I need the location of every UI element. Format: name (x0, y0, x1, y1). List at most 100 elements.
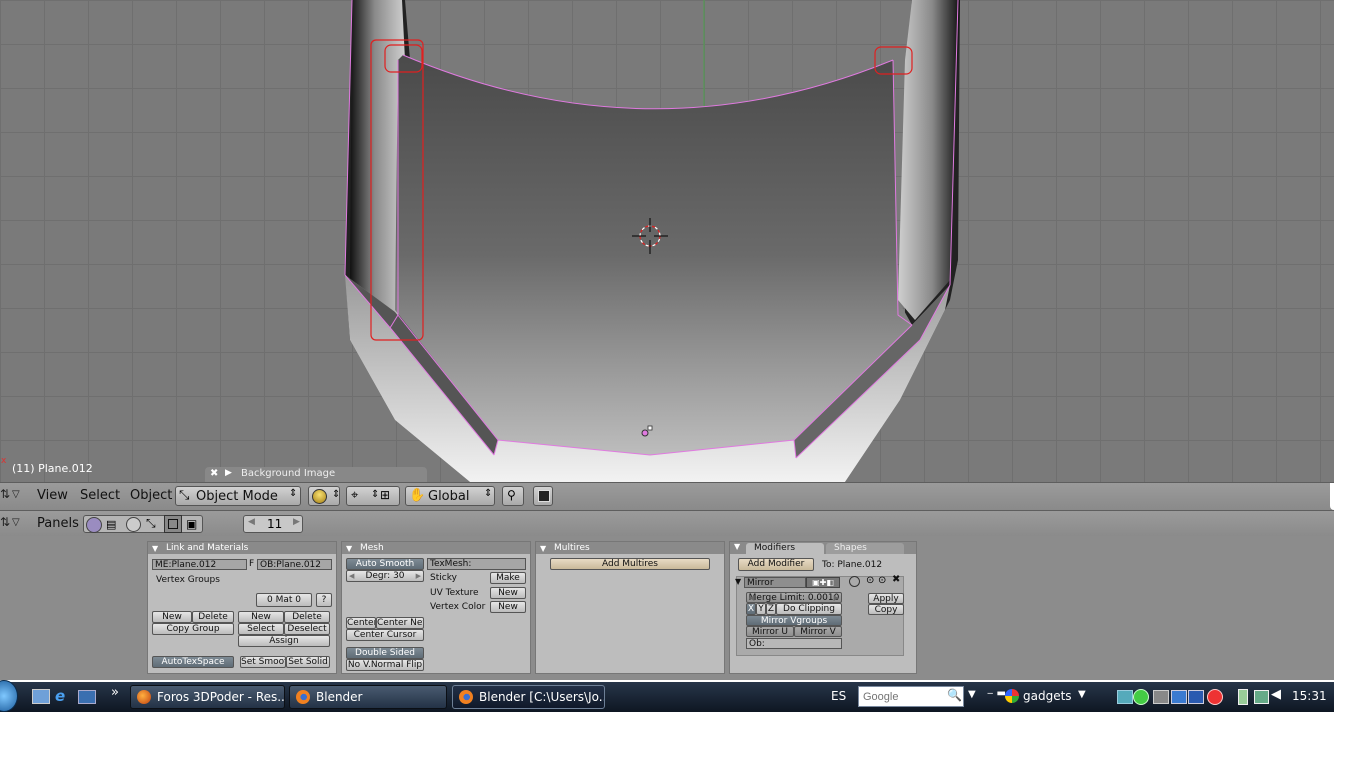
tray-app-icon[interactable] (1117, 690, 1133, 704)
decrement-arrow-icon[interactable]: ◀ (349, 571, 354, 581)
modifier-name-field[interactable]: Mirror (744, 577, 806, 588)
collapse-header-icon[interactable]: ▽ (12, 489, 20, 500)
minimize-bar-icon[interactable]: ‒ ▬ (987, 688, 1006, 699)
remove-modifier-icon[interactable]: ✖ (892, 574, 900, 585)
clock[interactable]: 15:31 (1292, 689, 1327, 703)
mirror-y-toggle[interactable]: Y (756, 603, 766, 615)
copy-modifier-button[interactable]: Copy (868, 604, 904, 615)
editing-context-icon[interactable] (164, 515, 182, 533)
expand-arrow-icon[interactable]: ▶ (225, 468, 232, 478)
tray-antivirus-icon[interactable] (1207, 689, 1223, 705)
material-delete-button[interactable]: Delete (284, 611, 330, 623)
mirror-z-toggle[interactable]: Z (766, 603, 776, 615)
material-index-field[interactable]: 0 Mat 0 (256, 593, 312, 607)
tray-network-icon[interactable] (1153, 690, 1169, 704)
add-modifier-button[interactable]: Add Modifier (738, 558, 814, 571)
tray-messenger-icon[interactable] (1188, 690, 1204, 704)
set-solid-button[interactable]: Set Solid (286, 656, 330, 668)
tray-display-icon[interactable] (1171, 690, 1187, 704)
center-button[interactable]: Center (346, 617, 376, 629)
copy-group-button[interactable]: Copy Group (152, 623, 234, 635)
search-options-arrow-icon[interactable]: ▼ (968, 689, 976, 700)
modifier-visibility-toggles[interactable]: ▣✚◧ (806, 577, 840, 588)
menu-view[interactable]: View (37, 488, 68, 503)
auto-smooth-degree-field[interactable]: ◀ Degr: 30 ▶ (346, 570, 424, 582)
pivot-widget-buttons[interactable]: ⌖ ⇕ ⊞ (346, 486, 400, 506)
layers-button[interactable]: ⚲ (502, 486, 524, 506)
script-context-icon[interactable]: ▤ (106, 518, 116, 531)
mirror-v-toggle[interactable]: Mirror V (794, 626, 842, 637)
battery-icon[interactable] (1238, 689, 1248, 705)
quicklaunch-more-icon[interactable]: » (111, 685, 119, 700)
mirror-vgroups-toggle[interactable]: Mirror Vgroups (746, 615, 842, 626)
menu-object[interactable]: Object (130, 488, 172, 503)
add-multires-button[interactable]: Add Multires (550, 558, 710, 570)
google-search-box[interactable]: 🔍 (858, 686, 964, 707)
vgroup-new-button[interactable]: New (152, 611, 192, 623)
network-icon[interactable] (1254, 690, 1269, 704)
tray-sync-icon[interactable] (1133, 689, 1149, 705)
no-vnormal-flip-toggle[interactable]: No V.Normal Flip (346, 659, 424, 671)
decrement-arrow-icon[interactable]: ◀ (248, 517, 255, 527)
collapse-panel-icon[interactable]: ▼ (152, 543, 158, 555)
autotexspace-toggle[interactable]: AutoTexSpace (152, 656, 234, 668)
frame-number-field[interactable]: ◀ 11 ▶ (243, 515, 303, 533)
material-select-button[interactable]: Select (238, 623, 284, 635)
object-context-icon[interactable]: ⤡ (146, 516, 156, 531)
do-clipping-toggle[interactable]: Do Clipping (776, 603, 842, 615)
close-icon[interactable]: ✖ (210, 468, 218, 479)
volume-icon[interactable]: ◀ (1271, 687, 1281, 702)
gadgets-label[interactable]: gadgets (1023, 689, 1072, 703)
increment-arrow-icon[interactable]: ▶ (416, 571, 421, 581)
scene-context-icon[interactable]: ▣ (186, 517, 197, 531)
material-deselect-button[interactable]: Deselect (284, 623, 330, 635)
gadgets-icon[interactable] (1005, 689, 1019, 703)
set-smooth-button[interactable]: Set Smoot (240, 656, 286, 668)
collapse-panel-icon[interactable]: ▼ (734, 542, 740, 551)
mirror-x-toggle[interactable]: X (746, 603, 756, 615)
mesh-datablock-field[interactable]: ME:Plane.012 (152, 559, 247, 570)
center-cursor-button[interactable]: Center Cursor (346, 629, 424, 641)
switch-windows-icon[interactable] (78, 690, 96, 704)
collapse-panel-icon[interactable]: ▼ (346, 543, 352, 555)
internet-explorer-icon[interactable]: e (55, 687, 65, 705)
apply-modifier-button[interactable]: Apply (868, 593, 904, 604)
decrement-arrow-icon[interactable]: ◀ (749, 593, 754, 602)
center-new-button[interactable]: Center New (376, 617, 424, 629)
material-assign-button[interactable]: Assign (238, 635, 330, 647)
collapse-header-icon[interactable]: ▽ (12, 517, 20, 528)
taskbar-item-firefox[interactable]: Foros 3DPoder - Res... (130, 685, 285, 709)
window-type-arrows-icon[interactable]: ⇅ (0, 515, 10, 529)
auto-smooth-toggle[interactable]: Auto Smooth (346, 558, 424, 570)
render-view-button[interactable] (533, 486, 553, 506)
start-button[interactable] (0, 680, 18, 712)
mirror-u-toggle[interactable]: Mirror U (746, 626, 794, 637)
material-new-button[interactable]: New (238, 611, 284, 623)
search-icon[interactable]: 🔍 (947, 688, 962, 702)
tab-shapes[interactable]: Shapes (826, 543, 904, 554)
logic-context-icon[interactable] (86, 517, 102, 533)
menu-panels[interactable]: Panels (37, 516, 79, 531)
3d-viewport[interactable]: x (11) Plane.012 ✖ ▶ Background Image (0, 0, 1334, 482)
merge-limit-field[interactable]: ◀ Merge Limit: 0.0010 ▶ (746, 592, 842, 603)
increment-arrow-icon[interactable]: ▶ (293, 517, 300, 527)
move-up-icon[interactable]: ⊙ (866, 575, 874, 586)
language-indicator[interactable]: ES (831, 689, 846, 703)
move-down-icon[interactable]: ⊙ (878, 575, 886, 586)
collapse-modifier-icon[interactable]: ▼ (735, 577, 741, 586)
collapse-panel-icon[interactable]: ▼ (540, 543, 546, 555)
mirror-object-field[interactable]: Ob: (746, 638, 842, 649)
texmesh-field[interactable]: TexMesh: (427, 558, 526, 570)
sticky-make-button[interactable]: Make (490, 572, 526, 584)
gadgets-dropdown-icon[interactable]: ▼ (1078, 689, 1086, 700)
show-desktop-icon[interactable] (32, 689, 50, 704)
tab-modifiers[interactable]: Modifiers (746, 543, 824, 554)
manipulator-icon[interactable]: ⊞ (380, 488, 390, 502)
vertex-color-new-button[interactable]: New (490, 601, 526, 613)
increment-arrow-icon[interactable]: ▶ (834, 593, 839, 602)
dropdown-arrows-icon[interactable]: ⇕ (371, 489, 379, 500)
orientation-dropdown[interactable]: ✋ Global ⇕ (405, 486, 495, 506)
taskbar-item-blender[interactable]: Blender (289, 685, 447, 709)
google-search-input[interactable] (861, 688, 949, 706)
cage-toggle-icon[interactable] (849, 576, 860, 587)
